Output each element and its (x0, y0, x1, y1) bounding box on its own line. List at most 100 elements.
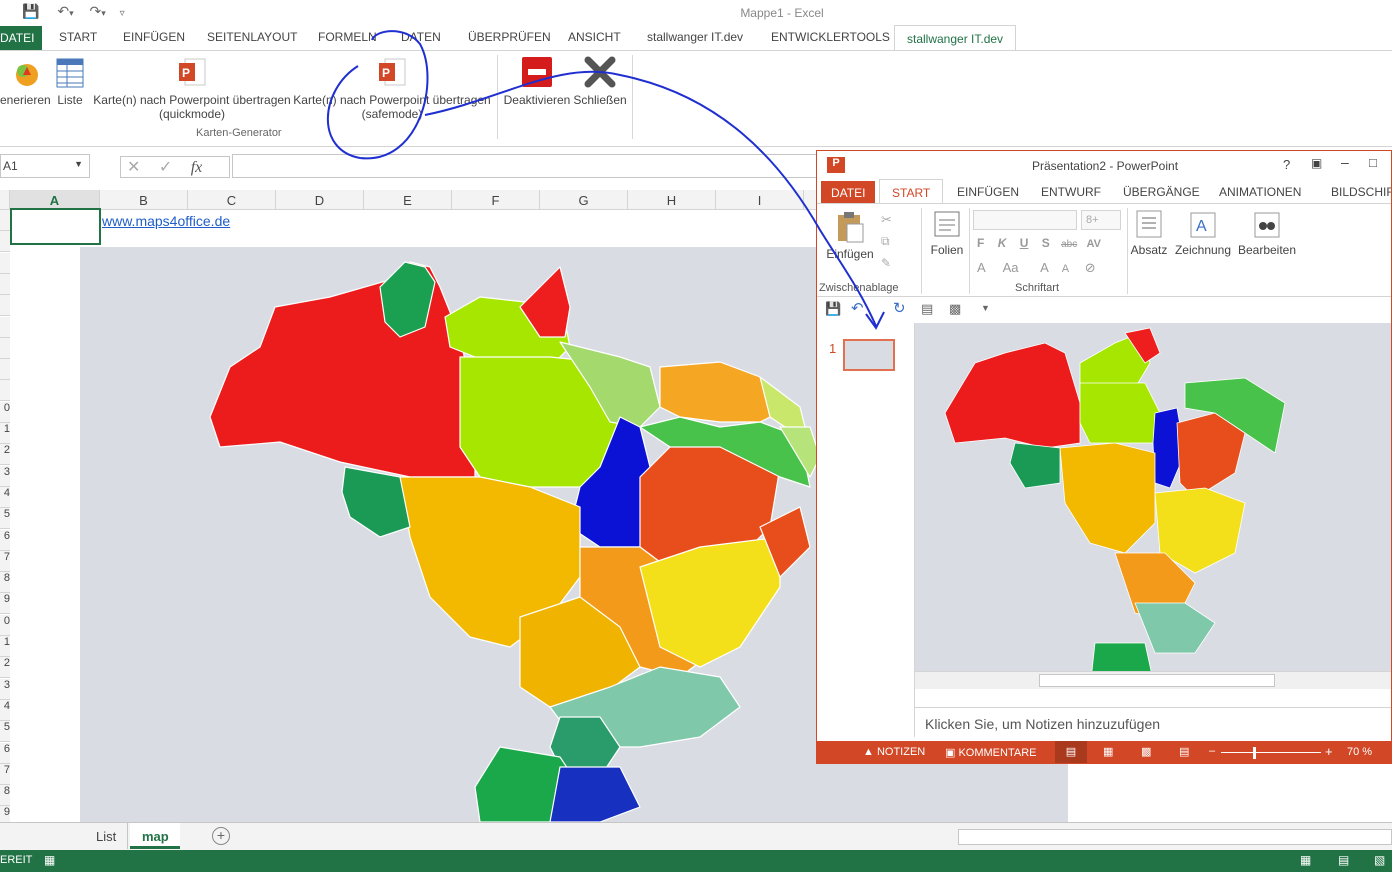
paste-button[interactable]: Einfügen (825, 210, 875, 261)
slide-thumbnail[interactable] (843, 339, 895, 371)
paragraph-button[interactable]: Absatz (1129, 210, 1169, 257)
website-link[interactable]: www.maps4office.de (102, 213, 230, 229)
list-button[interactable]: Liste (52, 57, 88, 107)
name-box[interactable]: A1 ▼ (0, 154, 90, 178)
ppt-tab-insert[interactable]: EINFÜGEN (957, 185, 1019, 199)
column-header[interactable]: C (188, 190, 276, 210)
shadow-icon[interactable]: S (1042, 236, 1050, 250)
row-header[interactable]: 5 (0, 508, 10, 530)
row-header[interactable]: 6 (0, 742, 10, 764)
transfer-quickmode-button[interactable]: P Karte(n) nach Powerpoint übertragen (qu… (92, 57, 292, 121)
format-painter-icon[interactable]: ✎ (881, 256, 891, 270)
zoom-out-icon[interactable]: – (1209, 745, 1215, 757)
change-case-icon[interactable]: Aa (1003, 260, 1019, 275)
save-icon[interactable]: 💾 (825, 301, 841, 317)
row-header[interactable]: 1 (0, 636, 10, 657)
row-header[interactable]: 6 (0, 529, 10, 551)
drawing-button[interactable]: A Zeichnung (1171, 210, 1235, 257)
help-icon[interactable]: ? (1283, 157, 1290, 172)
page-layout-icon[interactable]: ▤ (1338, 853, 1349, 867)
close-button[interactable]: Schließen (572, 55, 628, 107)
underline-icon[interactable]: U (1020, 236, 1029, 250)
row-header[interactable] (0, 316, 10, 338)
macro-icon[interactable]: ▦ (44, 853, 55, 867)
tab-stallwanger-1[interactable]: stallwanger IT.dev (647, 30, 743, 44)
zoom-slider[interactable] (1221, 752, 1321, 753)
comments-toggle[interactable]: ▣ KOMMENTARE (945, 746, 1036, 759)
row-header[interactable] (0, 359, 10, 381)
row-header[interactable]: 0 (0, 614, 10, 636)
sheet-tab-map[interactable]: map (130, 823, 180, 849)
tab-view[interactable]: ANSICHT (568, 30, 621, 44)
column-header[interactable]: F (452, 190, 540, 210)
row-header[interactable] (0, 210, 10, 231)
column-header[interactable]: B (100, 190, 188, 210)
row-header[interactable]: 3 (0, 678, 10, 700)
ppt-tab-start[interactable]: START (879, 179, 944, 203)
strikethrough-icon[interactable]: abc (1061, 239, 1077, 250)
scrollbar-thumb[interactable] (1039, 674, 1275, 687)
row-header[interactable] (0, 380, 10, 402)
function-icon[interactable]: fx (191, 159, 203, 176)
tab-formulas[interactable]: FORMELN (318, 30, 377, 44)
tab-file[interactable]: DATEI (0, 26, 42, 50)
column-header[interactable]: G (540, 190, 628, 210)
normal-view-icon[interactable]: ▤ (1055, 741, 1087, 763)
increase-font-icon[interactable]: A (1040, 260, 1048, 275)
row-header[interactable]: 2 (0, 657, 10, 679)
slideshow-view-icon[interactable]: ▤ (1179, 745, 1189, 758)
deactivate-button[interactable]: Deaktivieren (502, 55, 572, 107)
row-header[interactable] (0, 337, 10, 359)
page-break-icon[interactable]: ▧ (1374, 853, 1385, 867)
row-header[interactable] (0, 231, 10, 253)
copy-icon[interactable]: ⧉ (881, 234, 890, 249)
tab-start[interactable]: START (59, 30, 97, 44)
row-header[interactable]: 8 (0, 785, 10, 807)
horizontal-scrollbar[interactable] (958, 829, 1392, 845)
row-header[interactable]: 3 (0, 465, 10, 487)
tab-data[interactable]: DATEN (401, 30, 441, 44)
cut-icon[interactable]: ✂ (881, 212, 892, 228)
font-size-input[interactable]: 8+ (1081, 210, 1121, 230)
column-header[interactable]: D (276, 190, 364, 210)
normal-view-icon[interactable]: ▦ (1300, 853, 1311, 867)
row-header[interactable]: 5 (0, 721, 10, 743)
maximize-icon[interactable]: □ (1369, 155, 1377, 170)
column-header[interactable]: I (716, 190, 804, 210)
row-header[interactable]: 7 (0, 763, 10, 785)
bold-icon[interactable]: F (977, 236, 984, 250)
select-all[interactable] (0, 190, 10, 210)
sheet-tab-list[interactable]: List (84, 823, 128, 849)
row-header[interactable]: 7 (0, 550, 10, 572)
editing-button[interactable]: Bearbeiten (1237, 210, 1297, 257)
row-header[interactable]: 1 (0, 423, 10, 444)
font-name-input[interactable] (973, 210, 1077, 230)
italic-icon[interactable]: K (998, 236, 1007, 250)
row-header[interactable]: 2 (0, 444, 10, 466)
slide-canvas[interactable] (915, 323, 1391, 690)
customize-qat-icon[interactable]: ▼ (981, 303, 990, 313)
generate-button[interactable]: enerieren (0, 57, 51, 107)
slideshow-icon[interactable]: ▤ (921, 301, 933, 317)
tab-stallwanger-active[interactable]: stallwanger IT.dev (894, 25, 1017, 51)
chevron-down-icon[interactable]: ▼ (74, 159, 83, 169)
active-cell[interactable] (10, 208, 101, 245)
zoom-in-icon[interactable]: + (1325, 744, 1333, 759)
cancel-icon[interactable]: ✕ (127, 159, 140, 176)
decrease-font-icon[interactable]: A (1062, 263, 1069, 275)
row-header[interactable] (0, 252, 10, 274)
column-header[interactable]: H (628, 190, 716, 210)
row-header[interactable]: 9 (0, 806, 10, 822)
slides-button[interactable]: Folien (927, 210, 967, 257)
column-header[interactable]: A (10, 190, 100, 210)
row-header[interactable]: 4 (0, 699, 10, 721)
row-header[interactable] (0, 273, 10, 295)
ppt-tab-transitions[interactable]: ÜBERGÄNGE (1123, 185, 1200, 199)
column-header[interactable]: E (364, 190, 452, 210)
undo-icon[interactable]: ↶ (851, 299, 864, 317)
char-spacing-icon[interactable]: AV (1087, 238, 1101, 250)
notes-area[interactable]: Klicken Sie, um Notizen hinzuzufügen (915, 707, 1391, 739)
zoom-slider-thumb[interactable] (1253, 747, 1256, 759)
minimize-icon[interactable]: – (1341, 154, 1349, 170)
confirm-icon[interactable]: ✓ (159, 159, 172, 176)
